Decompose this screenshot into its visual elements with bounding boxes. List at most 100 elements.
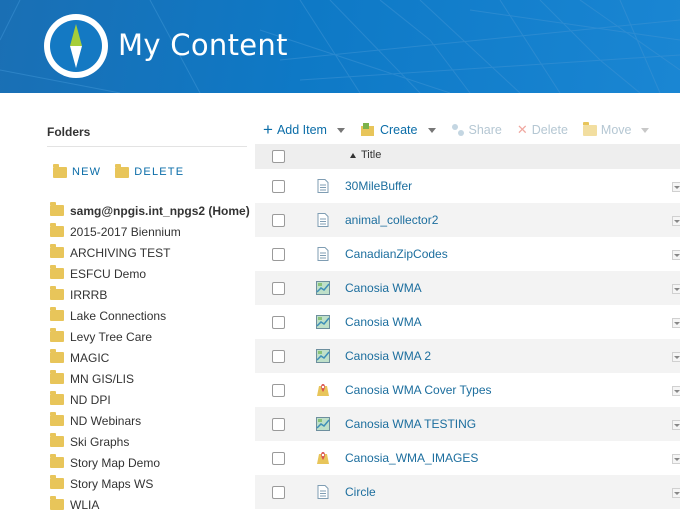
folder-item[interactable]: MAGIC	[50, 347, 250, 368]
new-folder-button[interactable]: NEW	[53, 163, 101, 180]
folder-item[interactable]: ARCHIVING TEST	[50, 242, 250, 263]
row-checkbox[interactable]	[272, 316, 285, 329]
table-row: 30MileBuffer	[255, 169, 680, 203]
item-title-link[interactable]: CanadianZipCodes	[345, 247, 448, 261]
delete-folder-icon	[115, 163, 130, 178]
table-row: Canosia WMA	[255, 271, 680, 305]
table-body: 30MileBuffer animal_collector2 CanadianZip…	[255, 169, 680, 509]
move-button[interactable]: Move	[582, 121, 650, 137]
folder-label: Levy Tree Care	[70, 329, 153, 344]
folder-item[interactable]: ESFCU Demo	[50, 263, 250, 284]
item-title-link[interactable]: Canosia_WMA_IMAGES	[345, 451, 478, 465]
row-menu-chevron-icon[interactable]	[672, 488, 680, 498]
table-row: Canosia WMA 2	[255, 339, 680, 373]
folders-panel: Folders NEW DELETE samg@npgis.int_npgs2 …	[47, 122, 250, 512]
folder-label: ARCHIVING TEST	[70, 245, 171, 260]
folder-item[interactable]: Story Map Demo	[50, 452, 250, 473]
row-menu-chevron-icon[interactable]	[672, 216, 680, 226]
folder-icon	[50, 202, 64, 216]
folder-label: Ski Graphs	[70, 434, 130, 449]
chevron-down-icon	[641, 127, 650, 133]
folder-item[interactable]: ND Webinars	[50, 410, 250, 431]
row-menu-chevron-icon[interactable]	[672, 318, 680, 328]
folder-icon	[50, 412, 64, 426]
item-title-link[interactable]: Circle	[345, 485, 376, 499]
create-button[interactable]: Create	[360, 123, 436, 137]
new-folder-icon	[53, 163, 67, 178]
item-title-link[interactable]: Canosia WMA 2	[345, 349, 431, 363]
folder-icon	[50, 391, 64, 405]
add-item-button[interactable]: + Add Item	[263, 120, 345, 139]
folder-item[interactable]: Lake Connections	[50, 305, 250, 326]
folder-label: ND DPI	[70, 392, 111, 407]
folder-icon	[50, 265, 64, 279]
folders-heading: Folders	[47, 125, 91, 139]
folder-list: samg@npgis.int_npgs2 (Home) 2015-2017 Bie…	[50, 200, 250, 515]
item-title-link[interactable]: 30MileBuffer	[345, 179, 412, 193]
share-label: Share	[468, 123, 502, 137]
plus-icon: +	[263, 120, 273, 139]
map-service-icon	[316, 451, 330, 465]
row-menu-chevron-icon[interactable]	[672, 386, 680, 396]
row-checkbox[interactable]	[272, 452, 285, 465]
row-checkbox[interactable]	[272, 282, 285, 295]
sort-ascending-icon	[350, 152, 356, 158]
table-row: animal_collector2	[255, 203, 680, 237]
row-checkbox[interactable]	[272, 418, 285, 431]
folder-label: Story Map Demo	[70, 455, 161, 470]
folder-item[interactable]: 2015-2017 Biennium	[50, 221, 250, 242]
app-header: My Content	[0, 0, 680, 93]
share-button[interactable]: Share	[451, 123, 502, 137]
row-menu-chevron-icon[interactable]	[672, 284, 680, 294]
select-all-checkbox[interactable]	[272, 150, 285, 163]
folder-icon	[50, 307, 64, 321]
folder-label: ND Webinars	[70, 413, 142, 428]
item-title-link[interactable]: Canosia WMA Cover Types	[345, 383, 492, 397]
item-title-link[interactable]: animal_collector2	[345, 213, 438, 227]
row-checkbox[interactable]	[272, 384, 285, 397]
folder-item[interactable]: Story Maps WS	[50, 473, 250, 494]
folder-item[interactable]: MN GIS/LIS	[50, 368, 250, 389]
folder-item[interactable]: WLIA	[50, 494, 250, 515]
web-map-icon	[316, 315, 330, 329]
delete-folder-button[interactable]: DELETE	[115, 163, 184, 180]
folder-item[interactable]: Ski Graphs	[50, 431, 250, 452]
row-menu-chevron-icon[interactable]	[672, 352, 680, 362]
delete-label: Delete	[531, 123, 568, 137]
row-checkbox[interactable]	[272, 248, 285, 261]
item-title-link[interactable]: Canosia WMA TESTING	[345, 417, 476, 431]
chevron-down-icon	[336, 127, 345, 133]
delete-button[interactable]: ✕ Delete	[517, 122, 568, 138]
add-item-label: Add Item	[276, 123, 327, 137]
row-menu-chevron-icon[interactable]	[672, 454, 680, 464]
title-column-label: Title	[361, 149, 382, 161]
row-menu-chevron-icon[interactable]	[672, 420, 680, 430]
folder-item[interactable]: IRRRB	[50, 284, 250, 305]
folder-item-home[interactable]: samg@npgis.int_npgs2 (Home)	[50, 200, 250, 221]
folder-icon	[50, 244, 64, 258]
map-service-icon	[316, 383, 330, 397]
content-table: Title 30MileBuffer animal_collector2 Canad…	[255, 144, 680, 509]
create-label: Create	[379, 123, 418, 137]
folder-item[interactable]: ND DPI	[50, 389, 250, 410]
row-checkbox[interactable]	[272, 180, 285, 193]
row-checkbox[interactable]	[272, 486, 285, 499]
folder-icon	[50, 433, 64, 447]
item-title-link[interactable]: Canosia WMA	[345, 281, 422, 295]
row-checkbox[interactable]	[272, 350, 285, 363]
folder-item[interactable]: Levy Tree Care	[50, 326, 250, 347]
table-row: Circle	[255, 475, 680, 509]
row-menu-chevron-icon[interactable]	[672, 250, 680, 260]
row-menu-chevron-icon[interactable]	[672, 182, 680, 192]
document-icon	[316, 485, 330, 499]
row-checkbox[interactable]	[272, 214, 285, 227]
folder-icon	[50, 223, 64, 237]
folder-label: IRRRB	[70, 287, 108, 302]
folder-icon	[50, 475, 64, 489]
title-column-header[interactable]: Title	[350, 149, 381, 161]
folder-label: Story Maps WS	[70, 476, 154, 491]
folder-label: 2015-2017 Biennium	[70, 224, 181, 239]
folder-icon	[50, 370, 64, 384]
item-title-link[interactable]: Canosia WMA	[345, 315, 422, 329]
folder-label: WLIA	[70, 497, 100, 512]
